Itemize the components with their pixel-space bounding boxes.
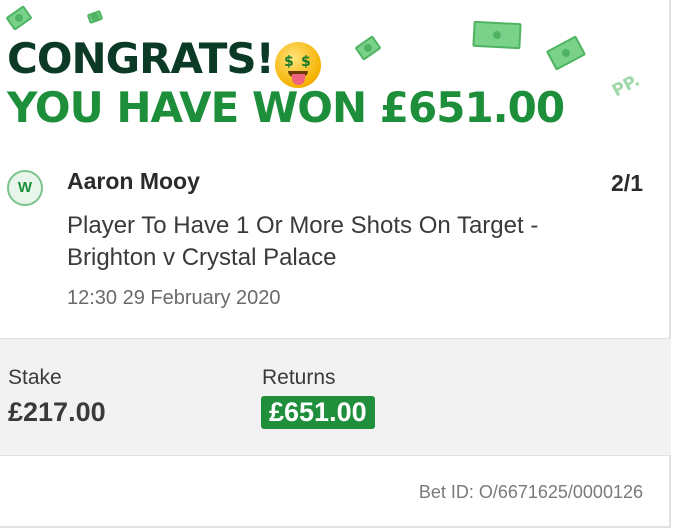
brand-logo: PP.: [608, 70, 644, 102]
winnings-heading: YOU HAVE WON £651.00: [7, 83, 565, 132]
congrats-heading: CONGRATS!: [7, 34, 275, 83]
returns-label: Returns: [262, 366, 336, 389]
bet-receipt-card: CONGRATS! $ $ YOU HAVE WON £651.00 PP. W…: [0, 0, 671, 528]
money-bill-icon: [472, 20, 522, 50]
selection-player-name: Aaron Mooy: [67, 168, 200, 194]
money-bill-icon: [86, 9, 104, 25]
win-status-badge: W: [7, 170, 43, 206]
selection-odds: 2/1: [611, 170, 643, 196]
event-datetime: 12:30 29 February 2020: [67, 287, 281, 309]
money-bill-icon: [354, 35, 382, 61]
selection-market: Player To Have 1 Or More Shots On Target…: [67, 212, 539, 271]
returns-value-badge: £651.00: [261, 396, 375, 429]
stake-value: £217.00: [8, 397, 106, 427]
win-banner: CONGRATS! $ $ YOU HAVE WON £651.00 PP.: [0, 0, 671, 160]
money-mouth-emoji-icon: $ $: [275, 42, 321, 88]
money-bill-icon: [545, 35, 587, 71]
bet-id: Bet ID: O/6671625/0000126: [418, 482, 643, 502]
stake-label: Stake: [8, 366, 62, 389]
stake-returns-panel: Stake £217.00 Returns £651.00: [0, 338, 671, 456]
money-bill-icon: [5, 5, 33, 31]
